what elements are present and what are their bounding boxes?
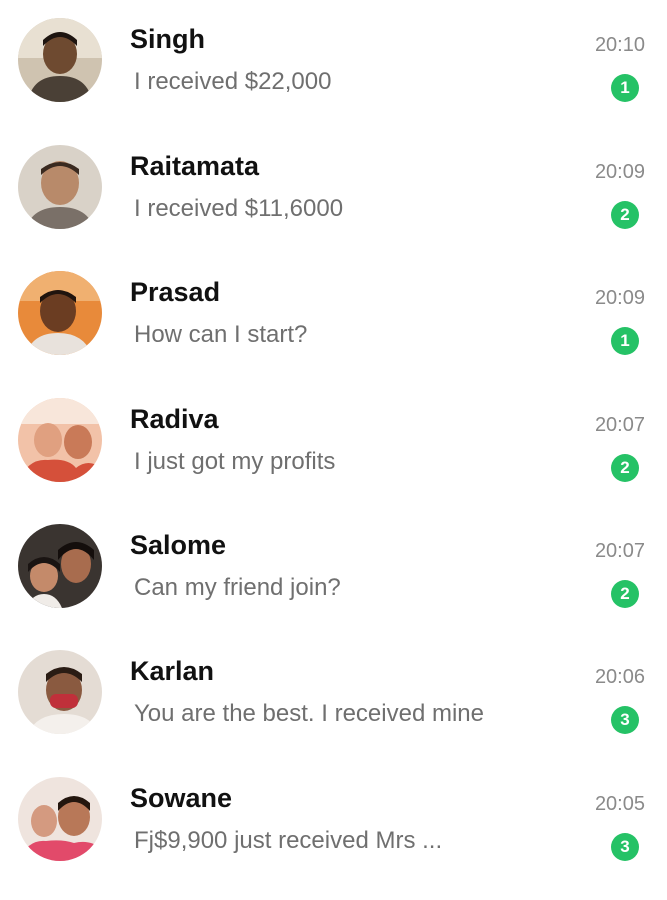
unread-badge: 3 [611,706,639,734]
contact-name: Raitamata [130,151,260,181]
contact-name: Karlan [130,656,215,686]
message-preview: Fj$9,900 just received Mrs ... [134,827,443,854]
avatar[interactable] [18,524,102,608]
message-time: 20:06 [594,666,645,688]
message-time: 20:09 [594,287,645,309]
avatar-icon [18,145,102,229]
unread-badge: 2 [611,454,639,482]
avatar[interactable] [18,650,102,734]
unread-badge: 2 [611,201,639,229]
contact-name: Radiva [130,404,219,434]
chat-row-prasad[interactable]: Prasad How can I start? 20:09 1 [0,253,667,379]
avatar-icon [18,524,102,608]
avatar-icon [18,271,102,355]
unread-badge: 1 [611,74,639,102]
avatar-icon [18,650,102,734]
chat-row-singh[interactable]: Singh I received $22,000 20:10 1 [0,0,667,126]
contact-name: Sowane [130,783,233,813]
avatar[interactable] [18,398,102,482]
message-preview: I received $11,6000 [134,195,344,222]
message-time: 20:07 [594,540,645,562]
message-time: 20:10 [594,34,645,56]
unread-badge: 1 [611,327,639,355]
avatar-icon [18,398,102,482]
chat-row-raitamata[interactable]: Raitamata I received $11,6000 20:09 2 [0,127,667,253]
chat-list: Singh I received $22,000 20:10 1 Raitama… [0,0,667,900]
message-preview: How can I start? [134,321,308,348]
unread-badge: 3 [611,833,639,861]
message-time: 20:07 [594,414,645,436]
message-time: 20:09 [594,161,645,183]
contact-name: Salome [130,530,227,560]
chat-row-radiva[interactable]: Radiva I just got my profits 20:07 2 [0,380,667,506]
contact-name: Prasad [130,277,221,307]
avatar-icon [18,777,102,861]
unread-badge: 2 [611,580,639,608]
avatar-icon [18,18,102,102]
chat-row-salome[interactable]: Salome Can my friend join? 20:07 2 [0,506,667,632]
avatar[interactable] [18,18,102,102]
avatar[interactable] [18,777,102,861]
avatar[interactable] [18,271,102,355]
contact-name: Singh [130,24,205,54]
chat-row-karlan[interactable]: Karlan You are the best. I received mine… [0,632,667,758]
message-time: 20:05 [594,793,645,815]
message-preview: I received $22,000 [134,68,332,95]
message-preview: You are the best. I received mine [134,700,484,727]
message-preview: I just got my profits [134,448,336,475]
message-preview: Can my friend join? [134,574,341,601]
chat-row-sowane[interactable]: Sowane Fj$9,900 just received Mrs ... 20… [0,759,667,885]
avatar[interactable] [18,145,102,229]
